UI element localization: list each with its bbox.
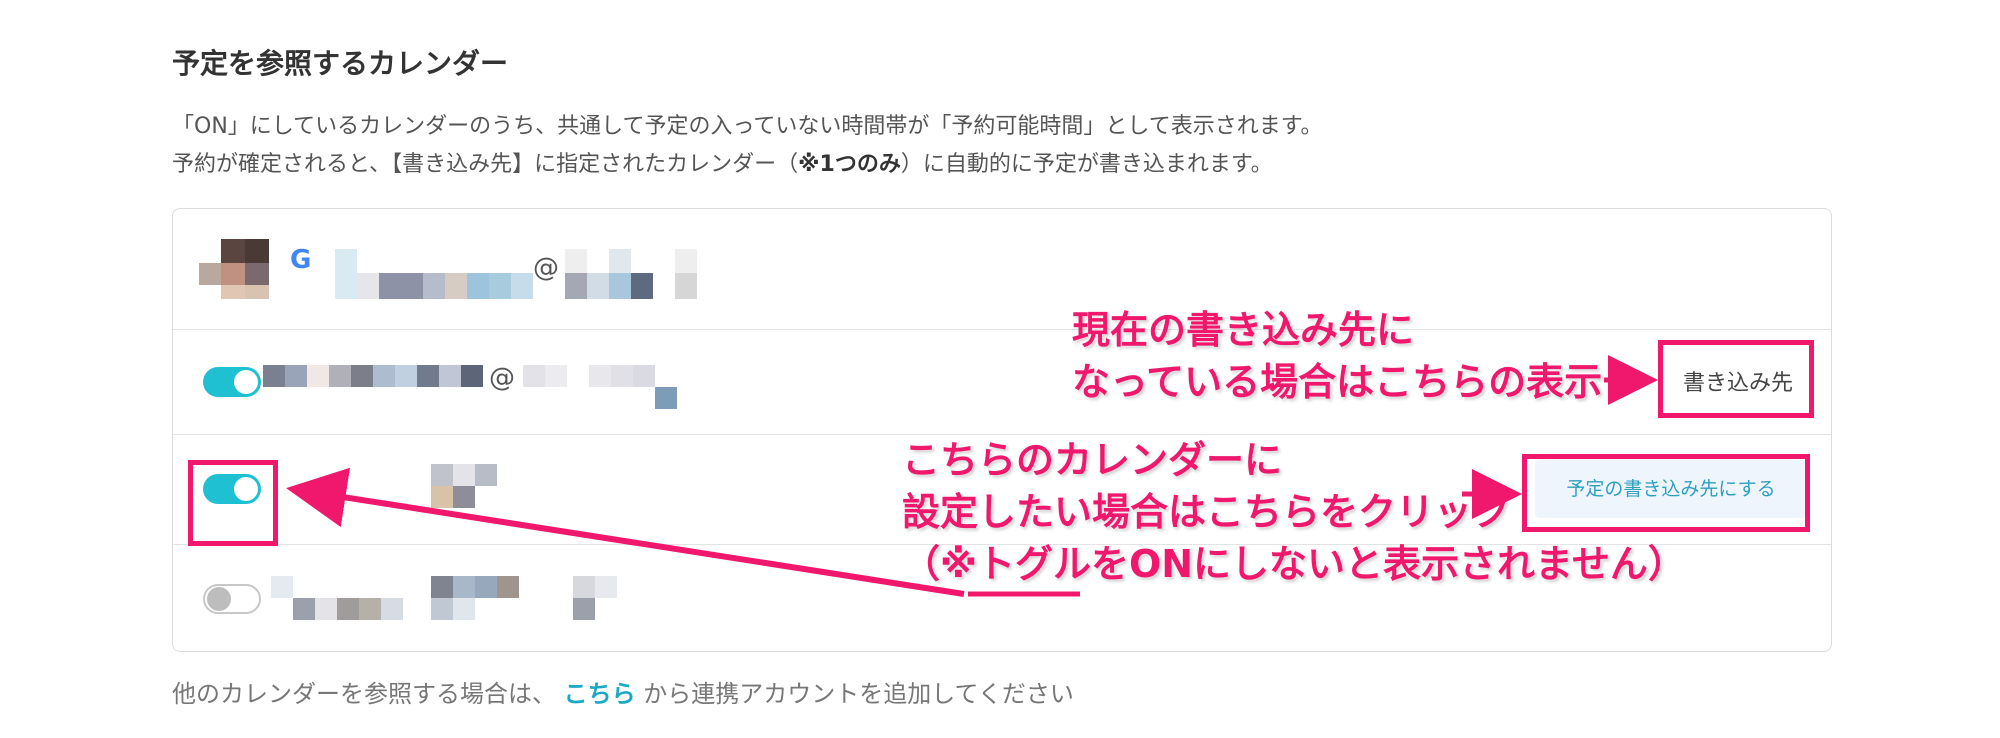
google-icon: G: [290, 245, 312, 275]
calendar-toggle[interactable]: [203, 584, 261, 614]
toggle-knob: [207, 587, 231, 611]
description-emphasis: ※1つのみ: [798, 152, 901, 177]
calendar-toggle[interactable]: [203, 367, 261, 397]
account-row: G @: [173, 209, 1831, 330]
toggle-knob: [234, 370, 258, 394]
annotation-set-line-1: こちらのカレンダーに: [902, 438, 1283, 482]
set-button-highlight: [1522, 454, 1810, 532]
annotation-set-line-2: 設定したい場合はこちらをクリック: [902, 490, 1511, 534]
section-title: 予定を参照するカレンダー: [172, 47, 509, 80]
description-line-2: 予約が確定されると、【書き込み先】に指定されたカレンダー（※1つのみ）に自動的に…: [172, 152, 1273, 177]
footer-note: 他のカレンダーを参照する場合は、 こちら から連携アカウントを追加してください: [172, 680, 1074, 708]
description-line-1: 「ON」にしているカレンダーのうち、共通して予定の入っていない時間帯が「予約可能…: [172, 114, 1323, 139]
annotation-set-line-3: （※トグルをONにしないと表示されません）: [902, 542, 1686, 586]
write-target-highlight: [1658, 340, 1814, 418]
annotation-current-line-1: 現在の書き込み先に: [1072, 308, 1415, 352]
annotation-current-line-2: なっている場合はこちらの表示: [1072, 360, 1603, 404]
email-at-sign: @: [489, 363, 515, 393]
email-at-sign: @: [533, 253, 559, 283]
add-account-link[interactable]: こちら: [564, 680, 636, 708]
toggle-highlight: [188, 460, 278, 546]
